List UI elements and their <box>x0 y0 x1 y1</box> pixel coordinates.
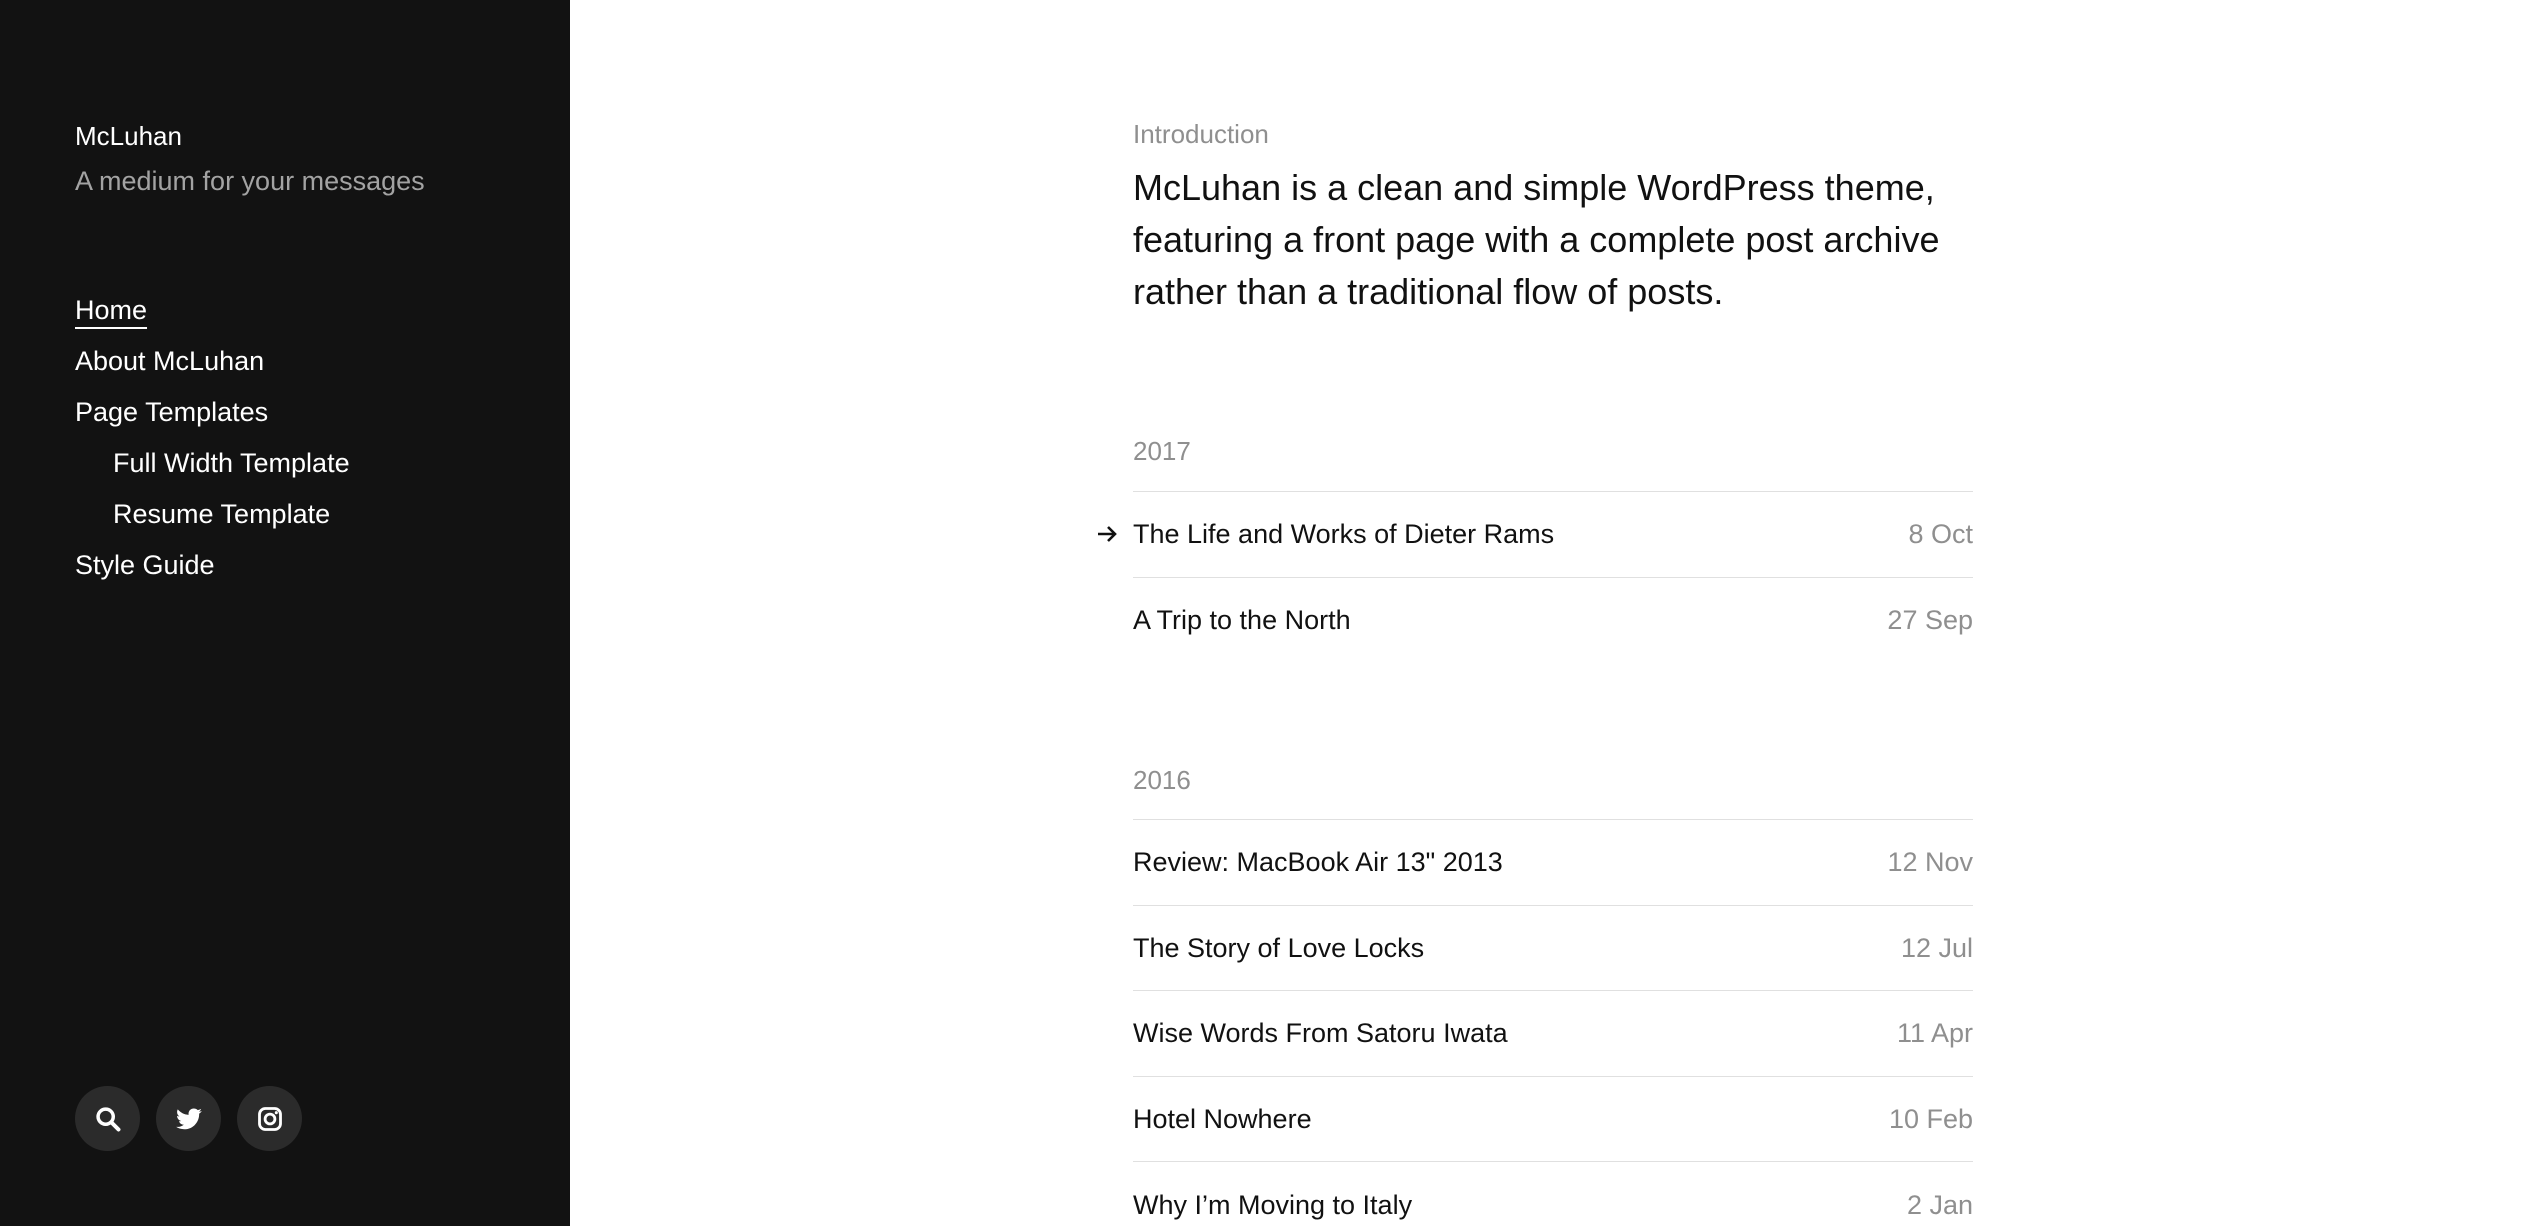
post-row[interactable]: The Life and Works of Dieter Rams 8 Oct <box>1098 492 1973 578</box>
twitter-link[interactable] <box>156 1086 221 1151</box>
post-title[interactable]: Hotel Nowhere <box>1133 1101 1312 1137</box>
arrow-right-icon <box>1098 526 1117 543</box>
search-toggle-button[interactable] <box>75 1086 140 1151</box>
menu-link-resume-template[interactable]: Resume Template <box>113 496 330 532</box>
menu-item-home: Home <box>75 284 350 335</box>
intro-label: Introduction <box>1133 119 1269 149</box>
post-date: 8 Oct <box>1908 519 1973 550</box>
search-icon <box>95 1106 120 1131</box>
menu-item-about: About McLuhan <box>75 335 350 386</box>
post-title[interactable]: Review: MacBook Air 13" 2013 <box>1133 844 1503 880</box>
post-title[interactable]: The Life and Works of Dieter Rams <box>1133 516 1554 552</box>
main-menu: Home About McLuhan Page Templates Full W… <box>75 284 350 590</box>
menu-link-home[interactable]: Home <box>75 292 147 328</box>
menu-link-full-width-template[interactable]: Full Width Template <box>113 445 350 481</box>
post-date: 27 Sep <box>1887 605 1973 636</box>
post-date: 10 Feb <box>1888 1103 1973 1134</box>
intro-text: McLuhan is a clean and simple WordPress … <box>1133 167 1940 312</box>
post-title[interactable]: A Trip to the North <box>1133 602 1351 638</box>
menu-link-about[interactable]: About McLuhan <box>75 343 264 379</box>
post-list-2017: The Life and Works of Dieter Rams 8 Oct … <box>1098 491 1973 664</box>
instagram-icon <box>257 1106 282 1131</box>
post-row[interactable]: Wise Words From Satoru Iwata 11 Apr <box>1133 991 1973 1077</box>
post-row[interactable]: Hotel Nowhere 10 Feb <box>1133 1077 1973 1162</box>
submenu-item-resume-template: Resume Template <box>75 488 350 539</box>
post-list-2016: Review: MacBook Air 13" 2013 12 Nov The … <box>1133 819 1973 1226</box>
post-title[interactable]: Why I’m Moving to Italy <box>1133 1187 1412 1223</box>
post-date: 12 Nov <box>1887 847 1973 878</box>
menu-item-page-templates: Page Templates <box>75 386 350 437</box>
post-title[interactable]: Wise Words From Satoru Iwata <box>1133 1015 1508 1051</box>
year-heading-2016: 2016 <box>1133 765 1191 795</box>
post-date: 11 Apr <box>1896 1018 1973 1049</box>
twitter-icon <box>175 1108 202 1129</box>
post-row[interactable]: The Story of Love Locks 12 Jul <box>1133 906 1973 991</box>
menu-link-page-templates[interactable]: Page Templates <box>75 394 268 430</box>
submenu-item-full-width-template: Full Width Template <box>75 437 350 488</box>
sidebar: McLuhan A medium for your messages Home … <box>0 0 570 1226</box>
post-row[interactable]: Review: MacBook Air 13" 2013 12 Nov <box>1133 820 1973 906</box>
post-row[interactable]: A Trip to the North 27 Sep <box>1133 578 1973 664</box>
instagram-link[interactable] <box>237 1086 302 1151</box>
post-date: 2 Jan <box>1906 1189 1973 1220</box>
menu-link-style-guide[interactable]: Style Guide <box>75 547 215 583</box>
post-title[interactable]: The Story of Love Locks <box>1133 930 1424 966</box>
year-heading-2017: 2017 <box>1133 436 1191 466</box>
site-tagline: A medium for your messages <box>75 166 425 196</box>
post-row[interactable]: Why I’m Moving to Italy 2 Jan <box>1133 1162 1973 1226</box>
social-menu <box>75 1086 302 1151</box>
post-date: 12 Jul <box>1900 932 1973 963</box>
page: McLuhan A medium for your messages Home … <box>0 0 2536 1226</box>
site-title[interactable]: McLuhan <box>75 118 182 154</box>
menu-item-style-guide: Style Guide <box>75 539 350 590</box>
